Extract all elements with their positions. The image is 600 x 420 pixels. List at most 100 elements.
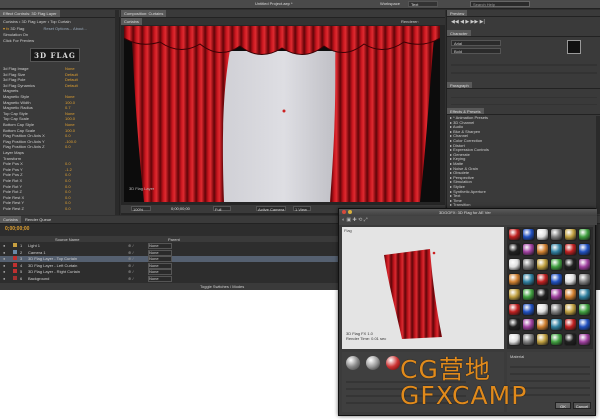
preview-controls[interactable]: ◀◀ ◀ ▶ ▶▶ ▶| <box>451 19 597 27</box>
composition-viewport[interactable]: Active Camera <box>124 26 440 202</box>
layer-switches[interactable]: ⊕ / <box>128 263 148 269</box>
layer-switches[interactable]: ⊕ / <box>128 250 148 256</box>
layer-switches[interactable]: ⊕ / <box>128 256 148 262</box>
material-swatch[interactable] <box>564 228 577 241</box>
material-swatch[interactable] <box>508 333 521 346</box>
layer-switches[interactable]: ⊕ / <box>128 276 148 282</box>
material-swatch[interactable] <box>578 228 591 241</box>
property-value[interactable]: 0.0 <box>65 161 71 166</box>
material-swatch[interactable] <box>508 288 521 301</box>
property-value[interactable]: None <box>65 94 75 99</box>
property-value[interactable]: 0.0 <box>65 178 71 183</box>
material-swatch[interactable] <box>550 258 563 271</box>
material-swatch[interactable] <box>564 318 577 331</box>
material-swatch[interactable] <box>564 288 577 301</box>
material-swatch[interactable] <box>508 303 521 316</box>
workspace-select[interactable]: Text <box>408 1 438 7</box>
property-value[interactable]: Default <box>65 83 78 88</box>
quality-select[interactable]: Full <box>213 206 231 212</box>
tab-preview[interactable]: Preview <box>447 10 468 16</box>
material-swatch[interactable] <box>522 288 535 301</box>
plugin-viewport[interactable]: Flag 3D Flag FX 1.0 Render Time: 0.01 se… <box>342 227 504 349</box>
property-value[interactable]: 100.0 <box>65 116 75 121</box>
material-swatch[interactable] <box>522 228 535 241</box>
material-swatch[interactable] <box>536 318 549 331</box>
property-value[interactable]: 100.0 <box>65 100 75 105</box>
effect-property-row[interactable]: Pole Rest Z 0.0 <box>0 206 118 212</box>
property-value[interactable]: 0.0 <box>65 133 71 138</box>
material-swatch[interactable] <box>508 228 521 241</box>
material-swatch[interactable] <box>578 273 591 286</box>
zoom-select[interactable]: 100% <box>131 206 151 212</box>
material-swatch[interactable] <box>536 243 549 256</box>
property-value[interactable]: 0.0 <box>65 144 71 149</box>
material-swatch[interactable] <box>536 303 549 316</box>
property-value[interactable]: Default <box>65 77 78 82</box>
property-value[interactable]: None <box>65 111 75 116</box>
material-swatch[interactable] <box>578 243 591 256</box>
layer-name[interactable]: 3D Flag Layer - Top Curtain <box>28 256 128 262</box>
material-swatch[interactable] <box>550 303 563 316</box>
toggle-switches-modes[interactable]: Toggle Switches / Modes <box>200 284 244 289</box>
color-swatch[interactable] <box>567 40 581 54</box>
layer-parent-select[interactable]: None <box>148 275 172 282</box>
material-swatch[interactable] <box>550 273 563 286</box>
material-swatch[interactable] <box>522 303 535 316</box>
layer-row[interactable]: ● 5 3D Flag Layer - Right Curtain ⊕ / None <box>0 269 340 275</box>
tab-timeline-curtains[interactable]: Curtains <box>0 216 21 223</box>
property-value[interactable]: 0.0 <box>65 184 71 189</box>
material-swatch[interactable] <box>578 258 591 271</box>
visibility-eye-icon[interactable]: ● <box>3 276 13 282</box>
effects-scrollbar[interactable] <box>596 116 600 214</box>
property-value[interactable]: -100.0 <box>65 139 76 144</box>
tab-effect-controls[interactable]: Effect Controls: 3D Flag Layer <box>0 10 60 17</box>
layer-row[interactable]: ● 6 Background ⊕ / None <box>0 275 340 282</box>
layer-switches[interactable]: ⊕ / <box>128 269 148 275</box>
layer-parent-select[interactable]: None <box>148 262 172 269</box>
material-swatch[interactable] <box>508 243 521 256</box>
material-swatch[interactable] <box>522 318 535 331</box>
tab-render-queue[interactable]: Render Queue <box>22 216 54 223</box>
property-value[interactable]: -1.2 <box>65 167 72 172</box>
material-swatch[interactable] <box>550 288 563 301</box>
material-swatch[interactable] <box>564 273 577 286</box>
material-preview-sphere-2[interactable] <box>366 356 380 370</box>
property-value[interactable]: Default <box>65 72 78 77</box>
tab-curtains[interactable]: Curtains <box>121 18 142 25</box>
visibility-eye-icon[interactable]: ● <box>3 250 13 256</box>
timecode-display[interactable]: 0;00;00;00 <box>171 206 190 211</box>
layer-label-color[interactable] <box>13 249 17 254</box>
property-value[interactable]: None <box>65 66 75 71</box>
material-swatch[interactable] <box>508 258 521 271</box>
layer-parent-select[interactable]: None <box>148 243 172 249</box>
material-swatch[interactable] <box>550 228 563 241</box>
material-swatch[interactable] <box>564 333 577 346</box>
layer-switches[interactable]: ⊕ / <box>128 243 148 249</box>
layer-label-color[interactable] <box>13 269 17 273</box>
layer-label-color[interactable] <box>13 262 17 267</box>
layer-row[interactable]: ● 3 3D Flag Layer - Top Curtain ⊕ / None <box>0 256 340 262</box>
material-swatch[interactable] <box>508 318 521 331</box>
layer-name[interactable]: Light 1 <box>28 243 128 249</box>
material-swatch[interactable] <box>578 318 591 331</box>
visibility-eye-icon[interactable]: ● <box>3 263 13 269</box>
layer-parent-select[interactable]: None <box>148 256 172 262</box>
visibility-eye-icon[interactable]: ● <box>3 269 13 275</box>
layer-name[interactable]: Background <box>28 276 128 282</box>
layer-name[interactable]: 3D Flag Layer - Right Curtain <box>28 269 128 275</box>
property-value[interactable]: 0.0 <box>65 206 71 211</box>
effect-property-row[interactable]: Click For Preview <box>0 38 118 44</box>
material-swatch[interactable] <box>508 273 521 286</box>
property-value[interactable]: None <box>65 122 75 127</box>
material-swatch[interactable] <box>522 243 535 256</box>
material-swatch[interactable] <box>578 333 591 346</box>
material-swatch[interactable] <box>536 228 549 241</box>
material-swatch[interactable] <box>578 288 591 301</box>
tab-paragraph[interactable]: Paragraph <box>447 82 472 88</box>
material-swatch[interactable] <box>522 258 535 271</box>
material-swatch[interactable] <box>564 303 577 316</box>
tab-effects-presets[interactable]: Effects & Presets <box>447 108 484 114</box>
font-style-select[interactable]: Bold <box>451 48 501 54</box>
tab-composition[interactable]: Composition: Curtains <box>121 10 167 17</box>
toolbar-tools[interactable]: ◐ ▣ ✚ ⟲ ⤢ <box>342 217 368 223</box>
